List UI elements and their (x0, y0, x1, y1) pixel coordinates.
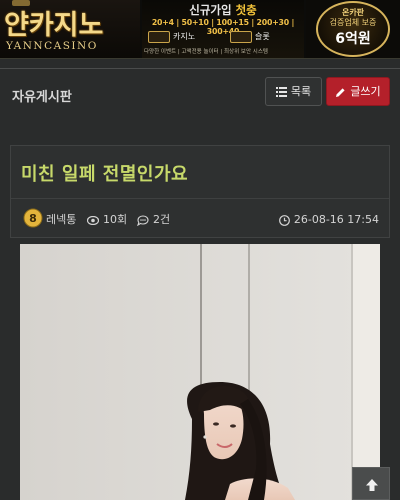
list-button[interactable]: 목록 (265, 77, 322, 106)
board-title: 자유게시판 (12, 90, 72, 105)
level-badge-icon: 8 (23, 208, 43, 228)
banner-promo-title: 신규가입 첫충 (189, 3, 257, 17)
banner-chip-slot: 슬롯 (230, 30, 270, 44)
ad-banner[interactable]: 얀카지노 YANNCASINO 신규가입 첫충 20+4 | 50+10 | 1… (0, 0, 400, 59)
pencil-icon (336, 87, 345, 97)
post-image[interactable] (20, 244, 380, 500)
post-author[interactable]: 레넥통 (46, 208, 76, 232)
divider (11, 198, 389, 199)
level-number: 8 (29, 212, 37, 225)
comment-icon (137, 214, 149, 226)
post-photo (20, 244, 380, 500)
write-button[interactable]: 글쓰기 (326, 77, 390, 106)
post-title: 미친 일페 전멸인가요 (21, 164, 189, 185)
banner-logo-kr: 얀카지노 (4, 10, 104, 41)
banner-logo-en: YANNCASINO (6, 40, 98, 52)
cards-icon (148, 30, 170, 43)
clock-icon (278, 214, 290, 226)
banner-badge[interactable]: 온카판 검증업체 보증 6억원 (306, 0, 400, 58)
banner-logo[interactable]: 얀카지노 YANNCASINO (0, 0, 140, 58)
banner-promo-footer: 다양한 이벤트 | 고액전용 놀이터 | 최상위 보안 시스템 (144, 49, 268, 55)
arrow-up-icon (366, 479, 378, 491)
eye-icon (87, 215, 99, 225)
badge-amount: 6억원 (335, 31, 371, 47)
banner-chip-casino: 카지노 (148, 30, 195, 44)
banner-promo[interactable]: 신규가입 첫충 20+4 | 50+10 | 100+15 | 200+30 |… (142, 0, 304, 58)
post-views: 10회 (87, 208, 127, 232)
post-date: 26-08-16 17:54 (278, 208, 379, 232)
list-button-label: 목록 (290, 85, 312, 98)
badge-line2: 검증업체 보증 (329, 18, 377, 27)
scroll-top-button[interactable] (352, 467, 390, 500)
post-comments: 2건 (137, 208, 170, 232)
write-button-label: 글쓰기 (350, 85, 381, 98)
slot-machine-icon (230, 30, 252, 43)
list-icon (275, 87, 287, 97)
board-header: 자유게시판 목록 글쓰기 (0, 68, 400, 120)
post-header-card: 미친 일페 전멸인가요 8 레넥통 10회 2건 26-08-16 17:54 (10, 145, 390, 238)
